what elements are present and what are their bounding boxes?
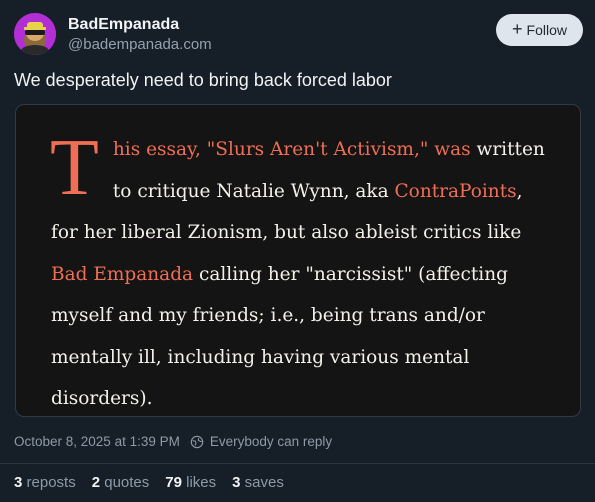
essay-segment: his essay, "Slurs Aren't Activism," was (112, 139, 471, 160)
engagement-stats: 3 reposts 2 quotes 79 likes 3 saves (14, 474, 284, 491)
essay-excerpt: This essay, "Slurs Aren't Activism," was… (50, 124, 551, 416)
reposts-stat[interactable]: 3 reposts (14, 474, 76, 491)
post-text: We desperately need to bring back forced… (14, 70, 392, 90)
reposts-label: reposts (26, 474, 76, 491)
author-names: BadEmpanada @badempanada.com (68, 15, 212, 55)
saves-stat[interactable]: 3 saves (232, 474, 284, 491)
essay-segment: ContraPoints (394, 180, 517, 202)
quotes-count: 2 (91, 474, 101, 491)
follow-button[interactable]: + Follow (496, 14, 583, 46)
follow-button-label: Follow (526, 22, 567, 38)
reply-setting: Everybody can reply (209, 434, 333, 449)
post-timestamp[interactable]: October 8, 2025 at 1:39 PM (14, 434, 180, 449)
post-header: BadEmpanada @badempanada.com + Follow (14, 13, 583, 57)
likes-stat[interactable]: 79 likes (165, 474, 216, 491)
plus-icon: + (512, 19, 523, 39)
saves-count: 3 (232, 474, 241, 491)
post-meta: October 8, 2025 at 1:39 PM Everybody can… (14, 434, 332, 449)
quotes-label: quotes (104, 474, 150, 491)
essay-segment: Bad Empanada (51, 263, 194, 285)
author-display-name[interactable]: BadEmpanada (68, 15, 212, 35)
essay-segment: calling her "narcissist" (affecting myse… (51, 263, 508, 410)
avatar[interactable] (14, 13, 56, 55)
reposts-count: 3 (14, 474, 23, 491)
likes-count: 79 (165, 474, 182, 491)
likes-label: likes (186, 474, 217, 491)
quotes-stat[interactable]: 2 quotes (92, 474, 150, 491)
globe-icon (190, 435, 204, 448)
divider (0, 463, 595, 464)
drop-cap: T (50, 124, 99, 212)
avatar-image (14, 13, 56, 55)
author-handle[interactable]: @badempanada.com (68, 35, 212, 55)
saves-label: saves (244, 474, 284, 491)
embedded-image[interactable]: This essay, "Slurs Aren't Activism," was… (15, 104, 581, 417)
